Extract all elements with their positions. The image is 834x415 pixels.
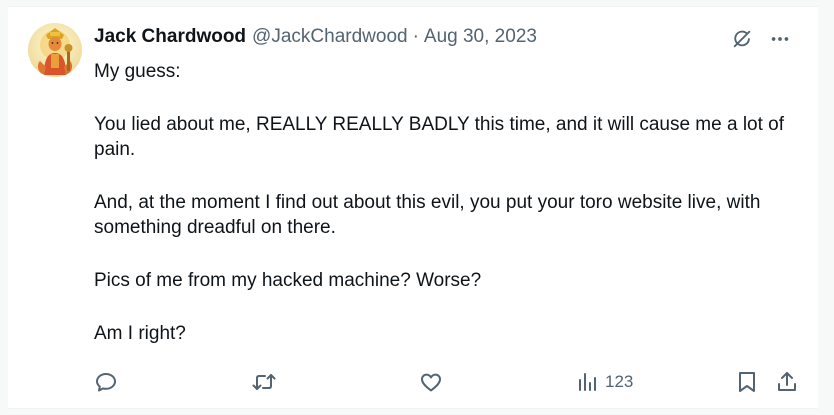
share-icon [778, 372, 796, 391]
tweet-action-bar: 123 [94, 369, 796, 395]
like-icon [421, 373, 441, 392]
views-icon [579, 373, 596, 391]
tweet-paragraph: And, at the moment I find out about this… [94, 192, 761, 238]
tweet-paragraph: Pics of me from my hacked machine? Worse… [94, 270, 482, 291]
grok-icon[interactable] [730, 27, 754, 51]
display-name[interactable]: Jack Chardwood [94, 25, 246, 49]
views-button[interactable]: 123 [577, 369, 633, 395]
tweet-date[interactable]: Aug 30, 2023 [424, 25, 537, 49]
tweet-header: Jack Chardwood @JackChardwood · Aug 30, … [94, 25, 537, 49]
tweet[interactable]: Jack Chardwood @JackChardwood · Aug 30, … [8, 6, 818, 409]
tweet-text: My guess: You lied about me, REALLY REAL… [94, 59, 794, 346]
user-handle[interactable]: @JackChardwood [252, 25, 408, 49]
separator-dot: · [412, 26, 419, 47]
reply-button[interactable] [94, 369, 118, 395]
more-icon[interactable] [768, 27, 792, 51]
like-button[interactable] [419, 369, 443, 395]
views-count: 123 [605, 372, 634, 391]
reply-icon [96, 373, 116, 392]
tweet-paragraph: My guess: [94, 61, 181, 82]
retweet-icon [252, 374, 276, 390]
tweet-top-actions [730, 27, 792, 51]
bookmark-button[interactable] [736, 369, 758, 395]
tweet-paragraph: You lied about me, REALLY REALLY BADLY t… [94, 114, 785, 160]
tweet-paragraph: Am I right? [94, 323, 186, 344]
avatar[interactable] [28, 23, 82, 77]
bookmark-icon [739, 372, 755, 392]
retweet-button[interactable] [251, 369, 277, 395]
avatar-image [37, 28, 73, 75]
share-button[interactable] [775, 369, 799, 395]
